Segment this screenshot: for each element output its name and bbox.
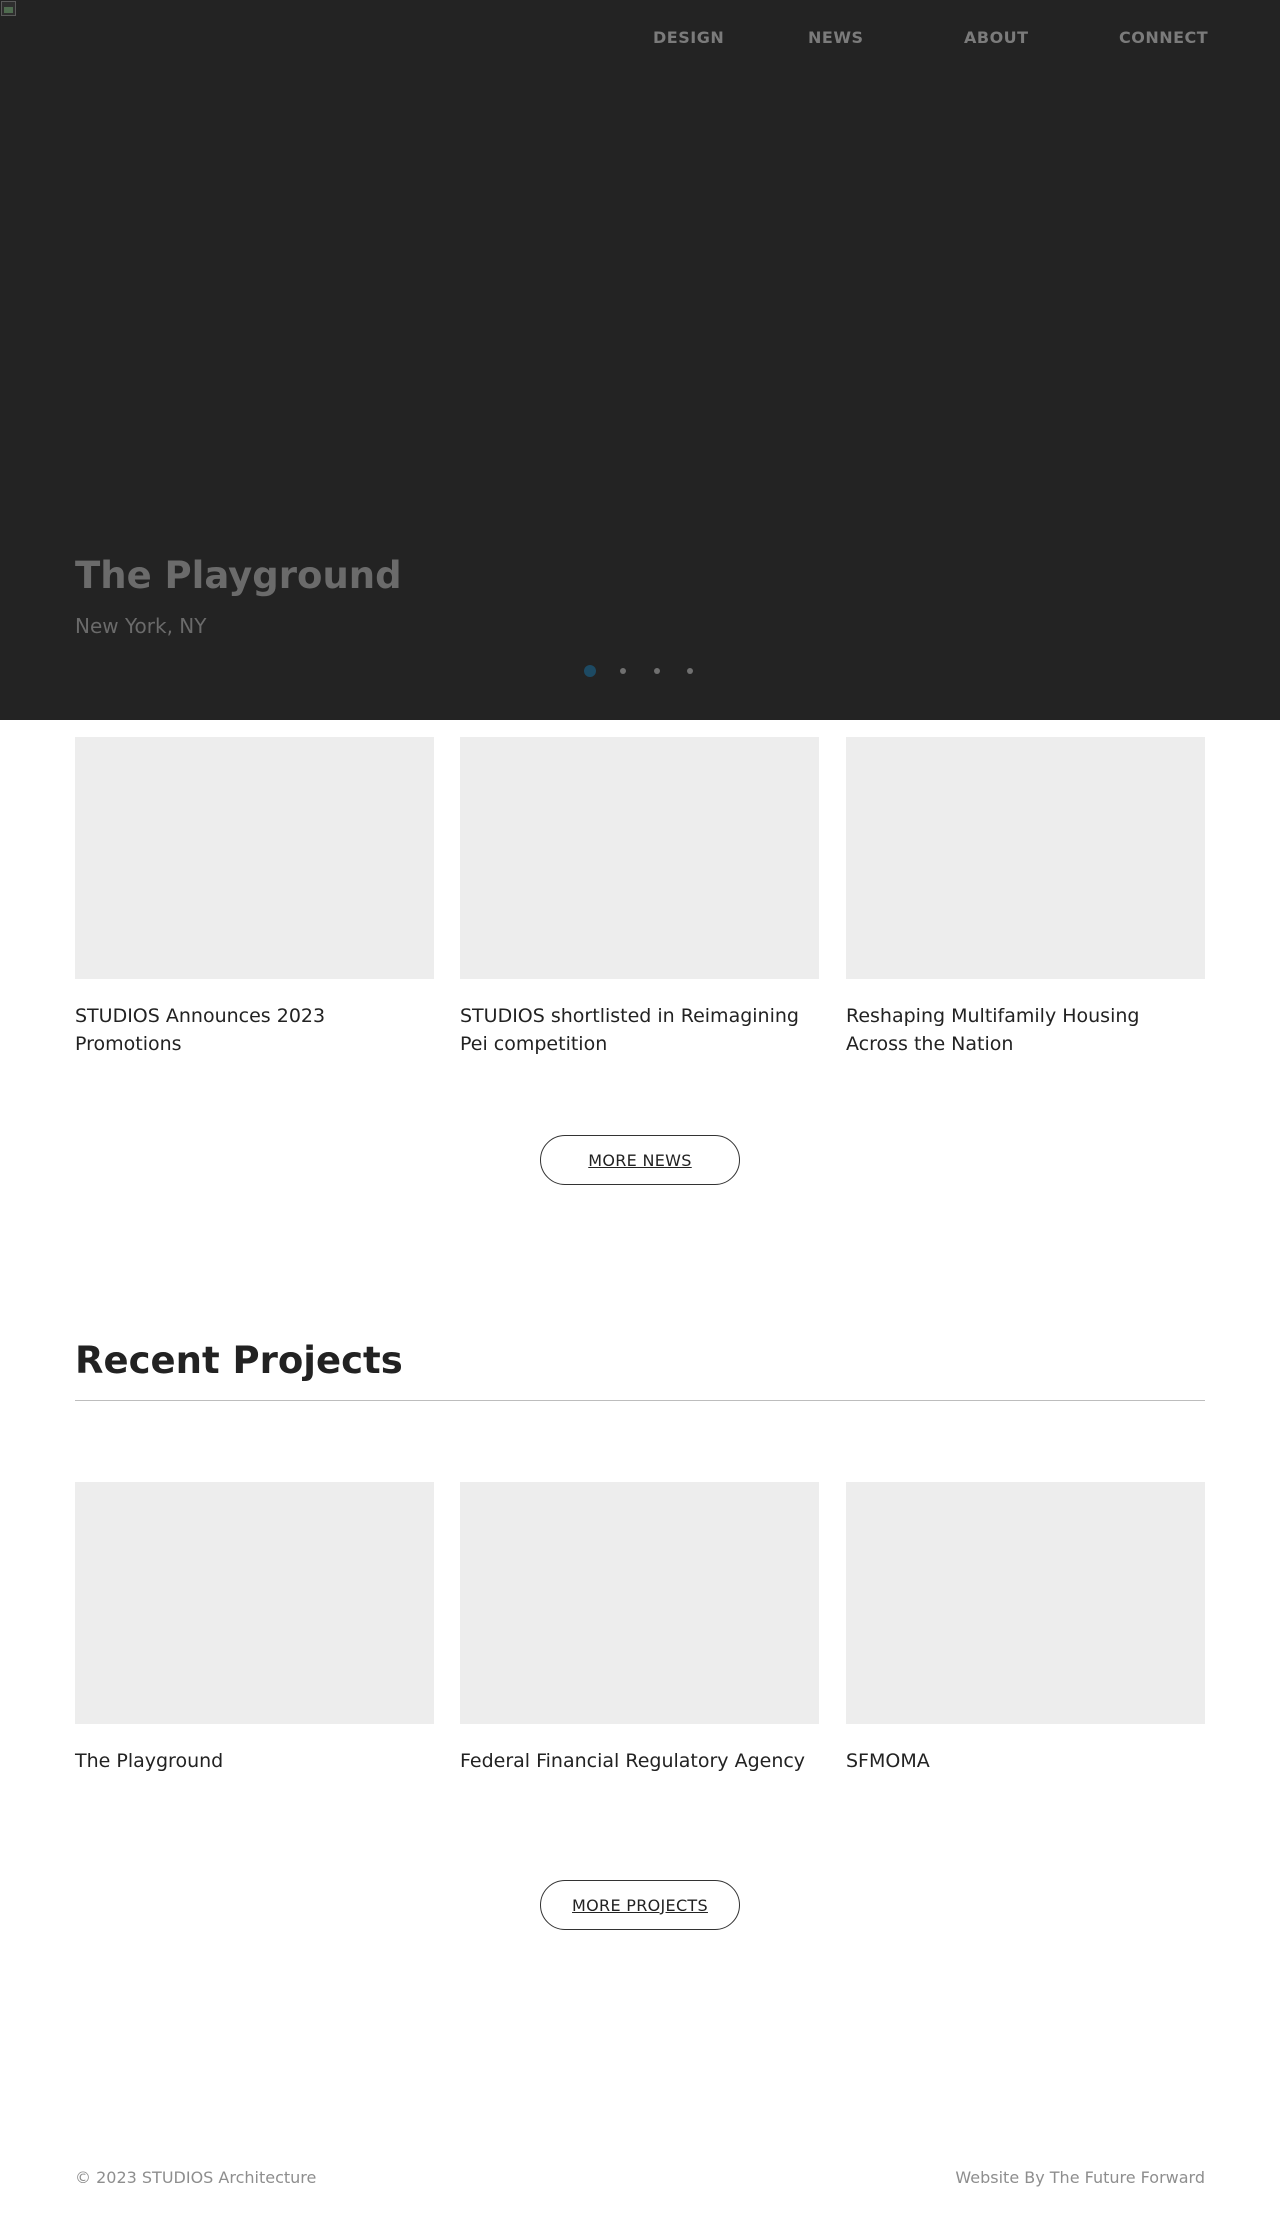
- news-title[interactable]: STUDIOS shortlisted in Reimagining Pei c…: [460, 1002, 819, 1058]
- project-card[interactable]: Federal Financial Regulatory Agency: [460, 1482, 819, 1775]
- more-projects-button[interactable]: MORE PROJECTS: [540, 1880, 740, 1930]
- slide-dot-4[interactable]: [687, 668, 693, 674]
- broken-image-icon: [0, 0, 18, 18]
- news-card[interactable]: STUDIOS Announces 2023 Promotions: [75, 737, 434, 1058]
- more-news-button[interactable]: MORE NEWS: [540, 1135, 740, 1185]
- news-thumbnail[interactable]: [460, 737, 819, 979]
- news-thumbnail[interactable]: [846, 737, 1205, 979]
- nav-item-connect[interactable]: CONNECT: [1119, 28, 1208, 47]
- footer-credit-link[interactable]: Website By The Future Forward: [955, 2168, 1205, 2187]
- page: DESIGN NEWS ABOUT CONNECT The Playground…: [0, 0, 1280, 2226]
- hero-location: New York, NY: [75, 614, 207, 638]
- project-thumbnail[interactable]: [846, 1482, 1205, 1724]
- section-heading-recent-projects: Recent Projects: [75, 1339, 403, 1382]
- news-thumbnail[interactable]: [75, 737, 434, 979]
- project-thumbnail[interactable]: [460, 1482, 819, 1724]
- project-thumbnail[interactable]: [75, 1482, 434, 1724]
- section-divider: [75, 1400, 1205, 1401]
- news-grid: STUDIOS Announces 2023 Promotions STUDIO…: [75, 737, 1205, 1057]
- project-card[interactable]: The Playground: [75, 1482, 434, 1775]
- slide-dot-3[interactable]: [654, 668, 660, 674]
- projects-grid: The Playground Federal Financial Regulat…: [75, 1482, 1205, 1802]
- nav-item-about[interactable]: ABOUT: [964, 28, 1029, 47]
- slideshow-dots: [0, 663, 1280, 679]
- main-nav: DESIGN NEWS ABOUT CONNECT: [0, 28, 1280, 52]
- project-title[interactable]: Federal Financial Regulatory Agency: [460, 1747, 819, 1775]
- nav-item-design[interactable]: DESIGN: [653, 28, 724, 47]
- slide-dot-2[interactable]: [620, 668, 626, 674]
- footer-copyright: © 2023 STUDIOS Architecture: [75, 2168, 317, 2187]
- project-title[interactable]: The Playground: [75, 1747, 434, 1775]
- hero-slideshow: DESIGN NEWS ABOUT CONNECT The Playground…: [0, 0, 1280, 720]
- slide-dot-1[interactable]: [584, 665, 596, 677]
- hero-title[interactable]: The Playground: [75, 554, 402, 597]
- nav-item-news[interactable]: NEWS: [808, 28, 864, 47]
- project-title[interactable]: SFMOMA: [846, 1747, 1205, 1775]
- news-card[interactable]: STUDIOS shortlisted in Reimagining Pei c…: [460, 737, 819, 1058]
- project-card[interactable]: SFMOMA: [846, 1482, 1205, 1775]
- news-title[interactable]: Reshaping Multifamily Housing Across the…: [846, 1002, 1205, 1058]
- news-card[interactable]: Reshaping Multifamily Housing Across the…: [846, 737, 1205, 1058]
- news-title[interactable]: STUDIOS Announces 2023 Promotions: [75, 1002, 434, 1058]
